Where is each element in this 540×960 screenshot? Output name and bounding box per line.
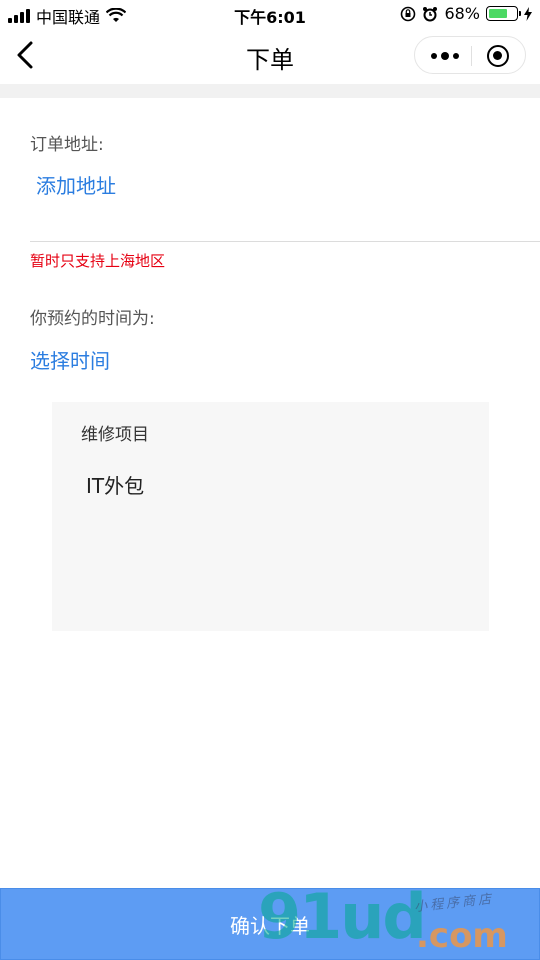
repair-item: IT外包	[86, 474, 145, 498]
address-label: 订单地址:	[30, 135, 104, 155]
capsule-divider	[471, 46, 472, 66]
more-dots-icon[interactable]	[425, 37, 465, 75]
rotation-lock-icon	[401, 6, 416, 21]
mini-program-capsule	[414, 36, 526, 74]
status-right: 68%	[400, 4, 532, 23]
repair-items-panel: 维修项目 IT外包	[52, 402, 489, 631]
alarm-icon	[423, 6, 438, 21]
add-address-link[interactable]: 添加地址	[36, 170, 116, 199]
charging-icon	[524, 6, 532, 21]
battery-percent: 68%	[444, 4, 480, 23]
target-circle-icon[interactable]	[487, 45, 509, 67]
repair-items-title: 维修项目	[81, 425, 149, 445]
select-time-link[interactable]: 选择时间	[30, 345, 110, 374]
appointment-time-label: 你预约的时间为:	[30, 309, 155, 329]
battery-fill	[489, 9, 507, 18]
section-divider	[0, 84, 540, 98]
confirm-order-button[interactable]: 确认下单	[0, 888, 540, 960]
region-notice: 暂时只支持上海地区	[30, 252, 166, 270]
status-bar: 中国联通 下午6:01 68%	[0, 0, 540, 28]
address-divider	[30, 241, 540, 242]
order-page: 中国联通 下午6:01 68% 下单 订单地址: 添加地址 暂时只支持上海地区 …	[0, 0, 540, 960]
navigation-bar: 下单	[0, 28, 540, 84]
battery-icon	[486, 6, 521, 21]
